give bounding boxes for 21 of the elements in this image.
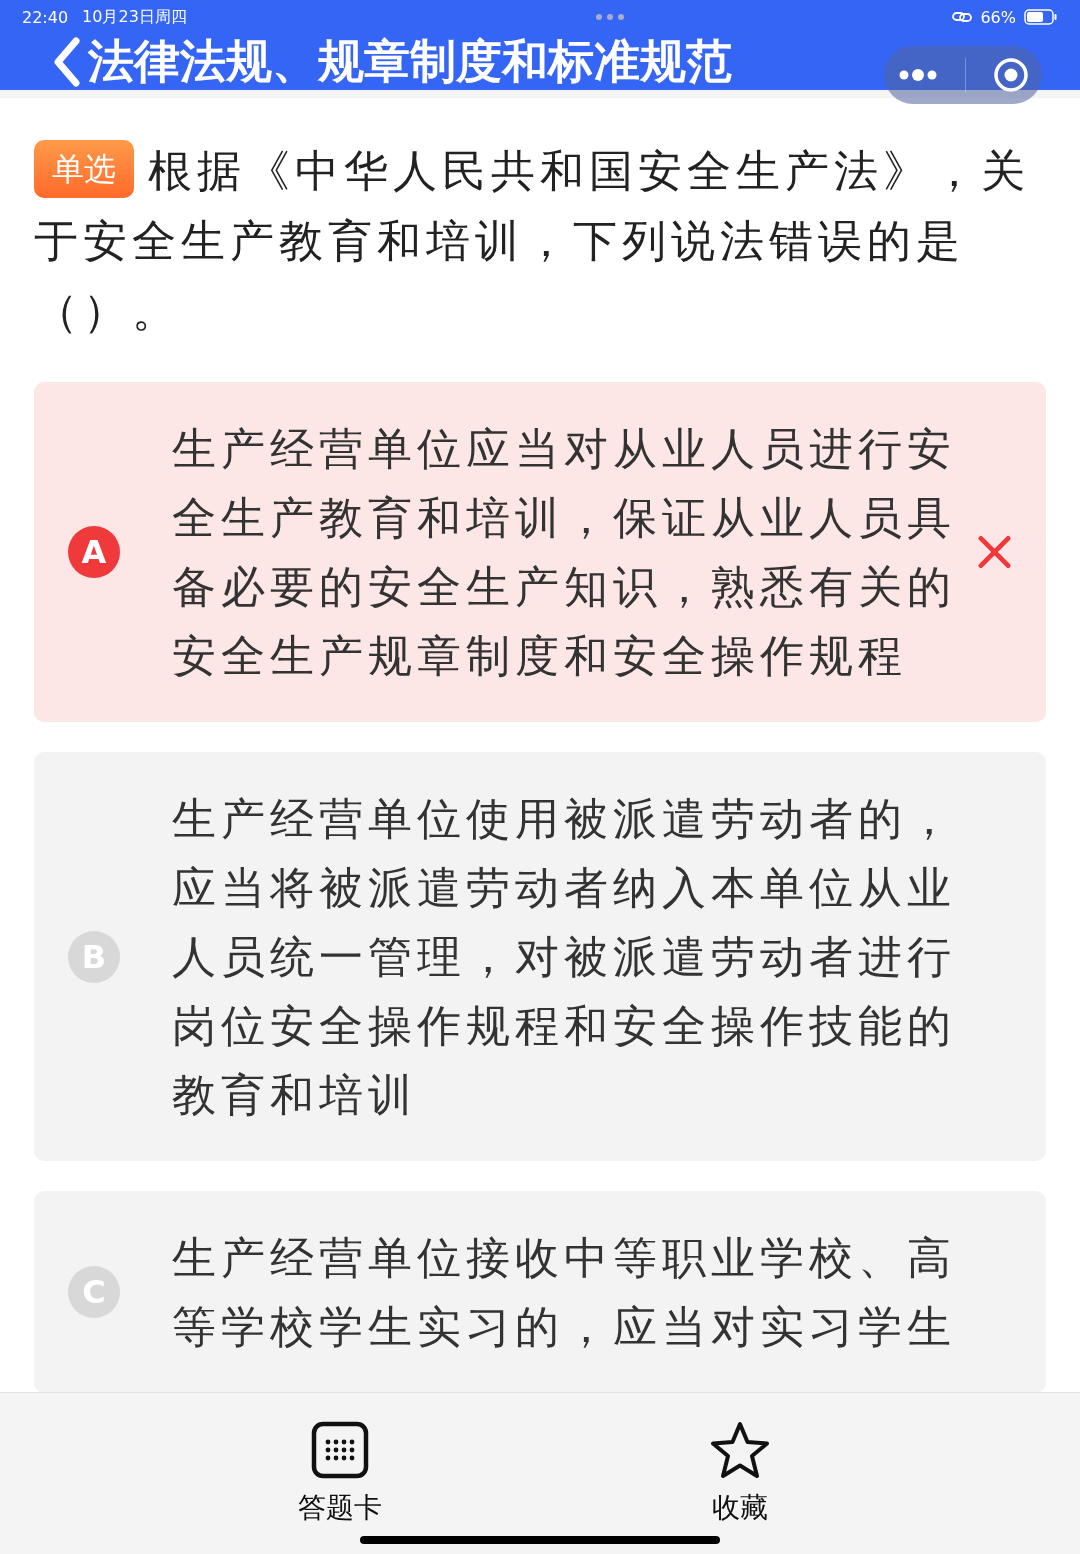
battery-percent: 66% — [980, 7, 1016, 27]
answer-option[interactable]: A 生产经营单位应当对从业人员进行安全生产教育和培训，保证从业人员具备必要的安全生产知识，熟悉有关的安全生产规章制度和安全操作规程 — [34, 382, 1046, 722]
wrong-mark-icon — [976, 534, 1012, 570]
back-icon[interactable] — [52, 37, 82, 87]
question-text: 单选 根据《中华人民共和国安全生产法》，关于安全生产教育和培训，下列说法错误的是（）。 — [34, 136, 1046, 346]
option-text: 生产经营单位接收中等职业学校、高等学校学生实习的，应当对实习学生 — [172, 1231, 957, 1354]
bottom-bar-button[interactable]: 答题卡 — [280, 1393, 400, 1554]
option-text: 生产经营单位使用被派遣劳动者的，应当将被派遣劳动者纳入本单位从业人员统一管理，对被派遣劳动者进行岗位安全操作规程和安全操作技能的教育和培训 — [172, 792, 957, 1122]
bottom-bar-button[interactable]: 收藏 — [680, 1393, 800, 1554]
status-time: 22:40 — [22, 7, 69, 27]
option-letter: A — [68, 526, 120, 578]
grid-icon — [311, 1421, 369, 1479]
status-date: 10月23日周四 — [82, 6, 187, 28]
page-title: 法律法规、规章制度和标准规范 — [88, 33, 732, 90]
multitask-dots-icon — [594, 13, 625, 21]
more-icon[interactable] — [897, 68, 938, 82]
battery-icon — [1024, 9, 1058, 25]
option-text: 生产经营单位应当对从业人员进行安全生产教育和培训，保证从业人员具备必要的安全生产知识，熟悉有关的安全生产规章制度和安全操作规程 — [172, 422, 957, 683]
star-icon — [709, 1421, 771, 1479]
question-type-tag: 单选 — [34, 140, 134, 198]
link-icon — [952, 11, 973, 23]
